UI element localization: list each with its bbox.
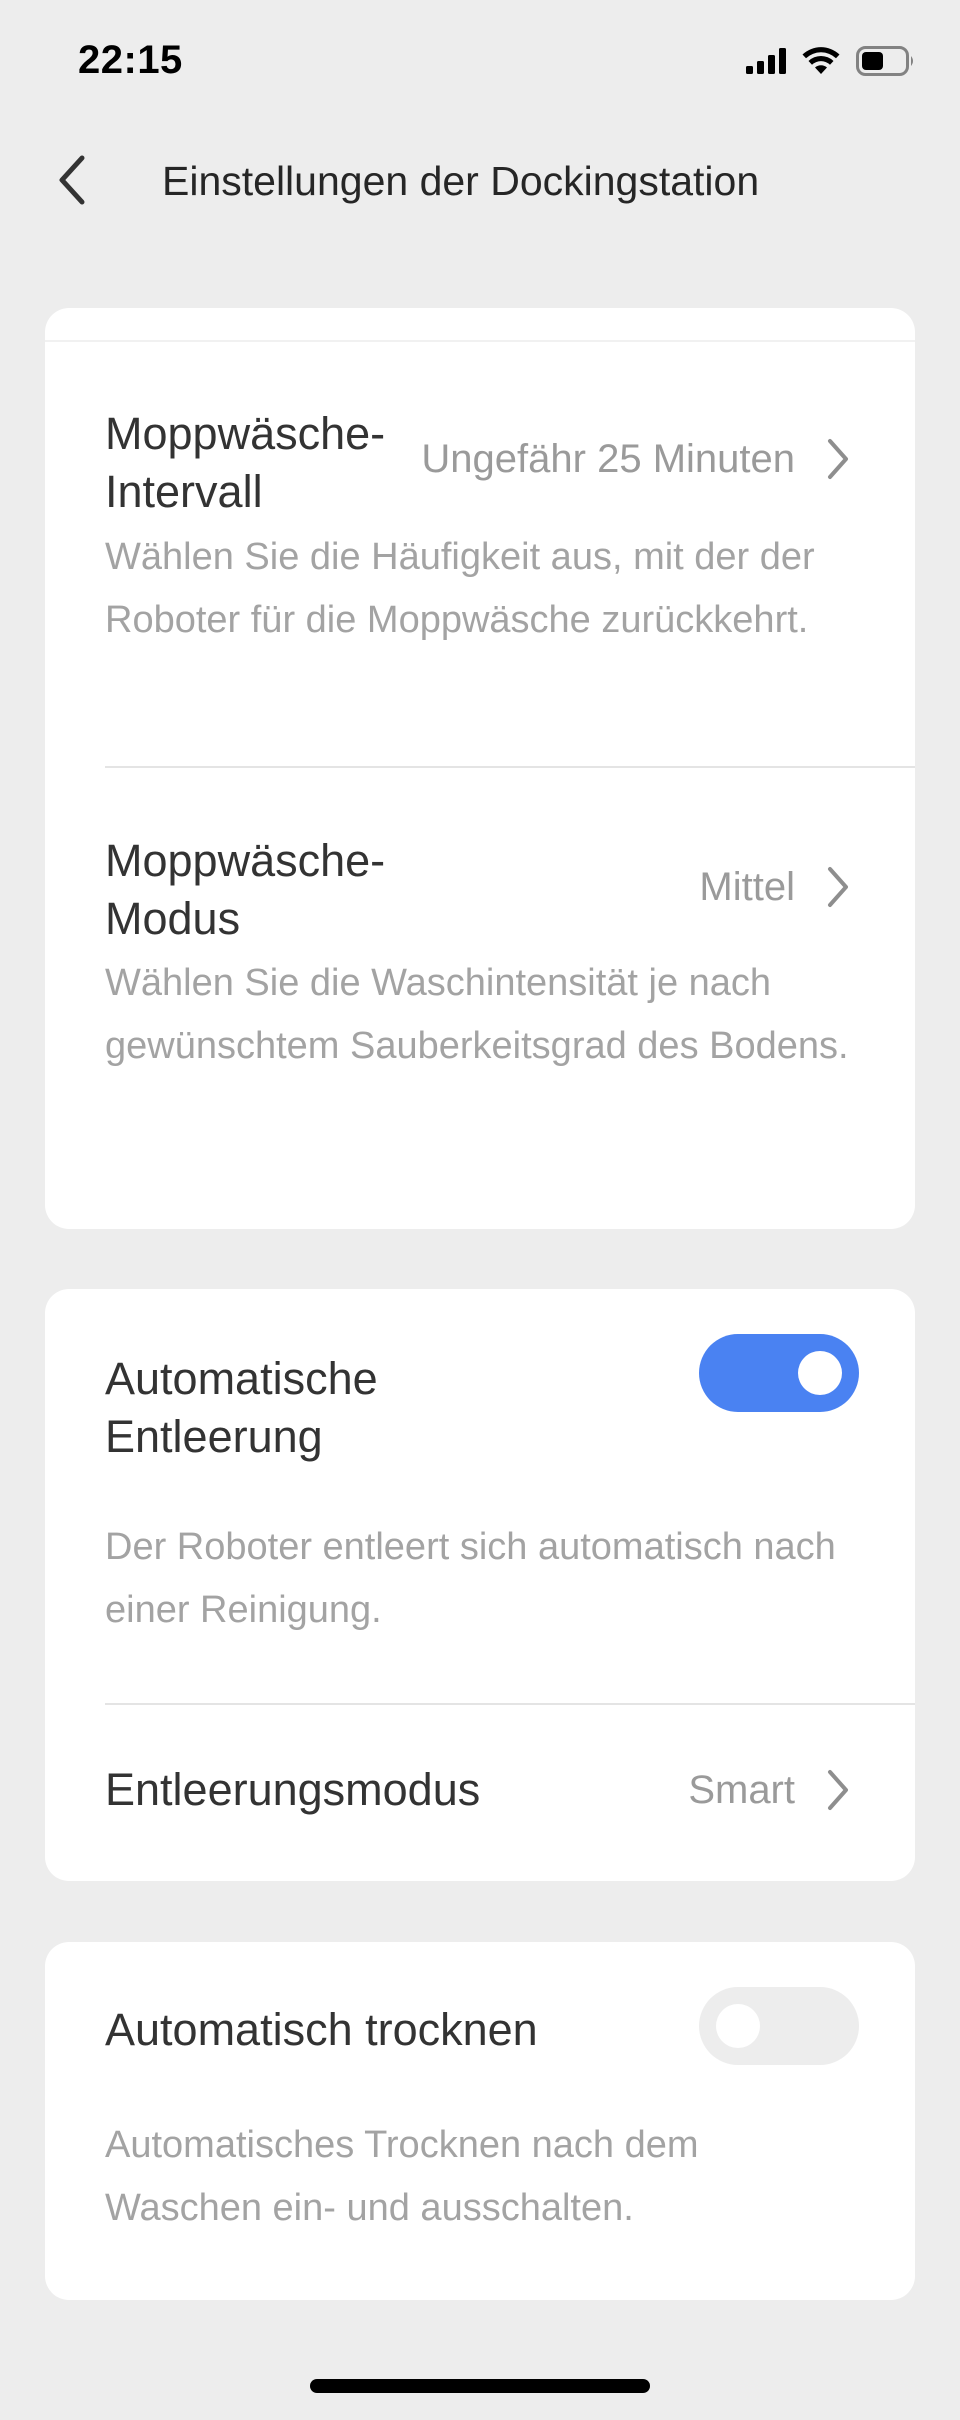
settings-screen: 22:15 Einstellungen der Dockingstation M…	[0, 0, 960, 2420]
mop-mode-description: Wählen Sie die Waschintensität je nach g…	[105, 962, 849, 1067]
signal-icon	[746, 48, 786, 74]
mop-interval-description: Wählen Sie die Häufigkeit aus, mit der d…	[105, 536, 815, 641]
header: Einstellungen der Dockingstation	[0, 130, 960, 234]
mop-mode-value: Mittel	[699, 865, 795, 909]
empty-mode-title: Entleerungsmodus	[105, 1764, 481, 1815]
toggle-knob	[798, 1351, 842, 1395]
mop-interval-title: Moppwäsche- Intervall	[105, 408, 386, 517]
home-indicator	[310, 2379, 650, 2393]
wifi-icon	[802, 47, 840, 75]
battery-icon	[856, 46, 916, 76]
mop-interval-value: Ungefähr 25 Minuten	[421, 437, 795, 481]
empty-mode-value: Smart	[688, 1768, 795, 1812]
auto-dry-toggle[interactable]	[699, 1987, 859, 2065]
status-bar: 22:15	[0, 0, 960, 120]
auto-empty-toggle[interactable]	[699, 1334, 859, 1412]
chevron-right-icon	[823, 862, 853, 912]
back-button[interactable]	[42, 152, 102, 212]
auto-dry-title: Automatisch trocknen	[105, 2004, 538, 2055]
auto-empty-title: Automatische Entleerung	[105, 1353, 378, 1462]
toggle-knob	[716, 2004, 760, 2048]
mop-interval-row[interactable]: Moppwäsche- Intervall Ungefähr 25 Minute…	[45, 342, 915, 772]
status-icons	[746, 44, 916, 78]
mop-settings-card: Moppwäsche- Intervall Ungefähr 25 Minute…	[45, 308, 915, 1229]
empty-mode-row[interactable]: Entleerungsmodus Smart	[45, 1705, 915, 1881]
status-time: 22:15	[78, 38, 183, 82]
chevron-right-icon	[823, 434, 853, 484]
chevron-right-icon	[823, 1765, 853, 1815]
chevron-left-icon	[54, 154, 90, 211]
page-title: Einstellungen der Dockingstation	[162, 158, 760, 204]
auto-empty-description: Der Roboter entleert sich automatisch na…	[105, 1526, 836, 1631]
auto-dry-card: Automatisch trocknen Automatisches Trock…	[45, 1942, 915, 2300]
auto-dry-description: Automatisches Trocknen nach dem Waschen …	[105, 2124, 699, 2229]
auto-empty-card: Automatische Entleerung Der Roboter entl…	[45, 1289, 915, 1881]
mop-mode-row[interactable]: Moppwäsche- Modus Mittel Wählen Sie die …	[45, 768, 915, 1229]
mop-mode-title: Moppwäsche- Modus	[105, 835, 386, 944]
